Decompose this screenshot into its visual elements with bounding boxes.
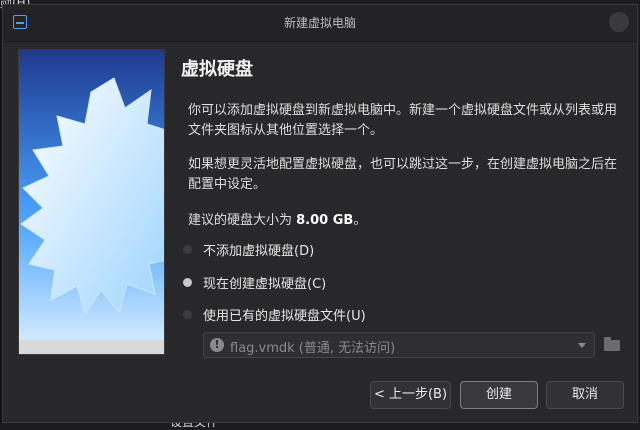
radio-indicator[interactable] [183, 245, 192, 254]
description-paragraph-2: 如果想更灵活地配置虚拟硬盘，也可以跳过这一步，在创建虚拟电脑之后在配置中设定。 [188, 157, 618, 192]
recommended-size-text: 建议的硬盘大小为 8.00 GB。 [188, 209, 366, 228]
recommend-prefix: 建议的硬盘大小为 [188, 213, 297, 228]
radio-indicator-checked[interactable] [183, 278, 192, 287]
existing-disk-value: flag.vmdk (普通, 无法访问) [230, 341, 396, 356]
window-title: 新建虚拟电脑 [283, 16, 356, 30]
radio-indicator[interactable] [183, 310, 192, 319]
titlebar[interactable]: 新建虚拟电脑 [3, 5, 637, 42]
description-paragraph-1: 你可以添加虚拟硬盘到新虚拟电脑中。新建一个虚拟硬盘文件或从列表或用文件夹图标从其… [188, 103, 618, 138]
recommended-size-value: 8.00 GB [296, 213, 354, 228]
starburst-icon [20, 77, 164, 316]
radio-label[interactable]: 现在创建虚拟硬盘(C) [203, 273, 326, 292]
folder-icon [604, 340, 620, 351]
wizard-illustration [18, 49, 165, 355]
chevron-down-icon[interactable] [578, 343, 586, 348]
create-button[interactable]: 创建 [460, 381, 538, 409]
warning-icon: ! [210, 338, 224, 352]
illustration-base [19, 340, 164, 354]
new-vm-dialog: 新建虚拟电脑 虚拟硬盘 你可以添加虚拟硬盘到新虚拟电脑中。新建一个虚拟硬盘文件或… [2, 4, 638, 423]
radio-label[interactable]: 不添加虚拟硬盘(D) [203, 240, 314, 259]
choose-disk-file-button[interactable] [603, 335, 621, 353]
recommend-suffix: 。 [353, 213, 367, 228]
window-control-button[interactable] [609, 12, 629, 32]
existing-disk-select[interactable]: ! flag.vmdk (普通, 无法访问) [203, 332, 595, 358]
radio-label[interactable]: 使用已有的虚拟硬盘文件(U) [203, 305, 366, 324]
page-heading: 虚拟硬盘 [181, 59, 253, 80]
cancel-button[interactable]: 取消 [546, 381, 624, 409]
back-button[interactable]: < 上一步(B) [370, 381, 451, 409]
